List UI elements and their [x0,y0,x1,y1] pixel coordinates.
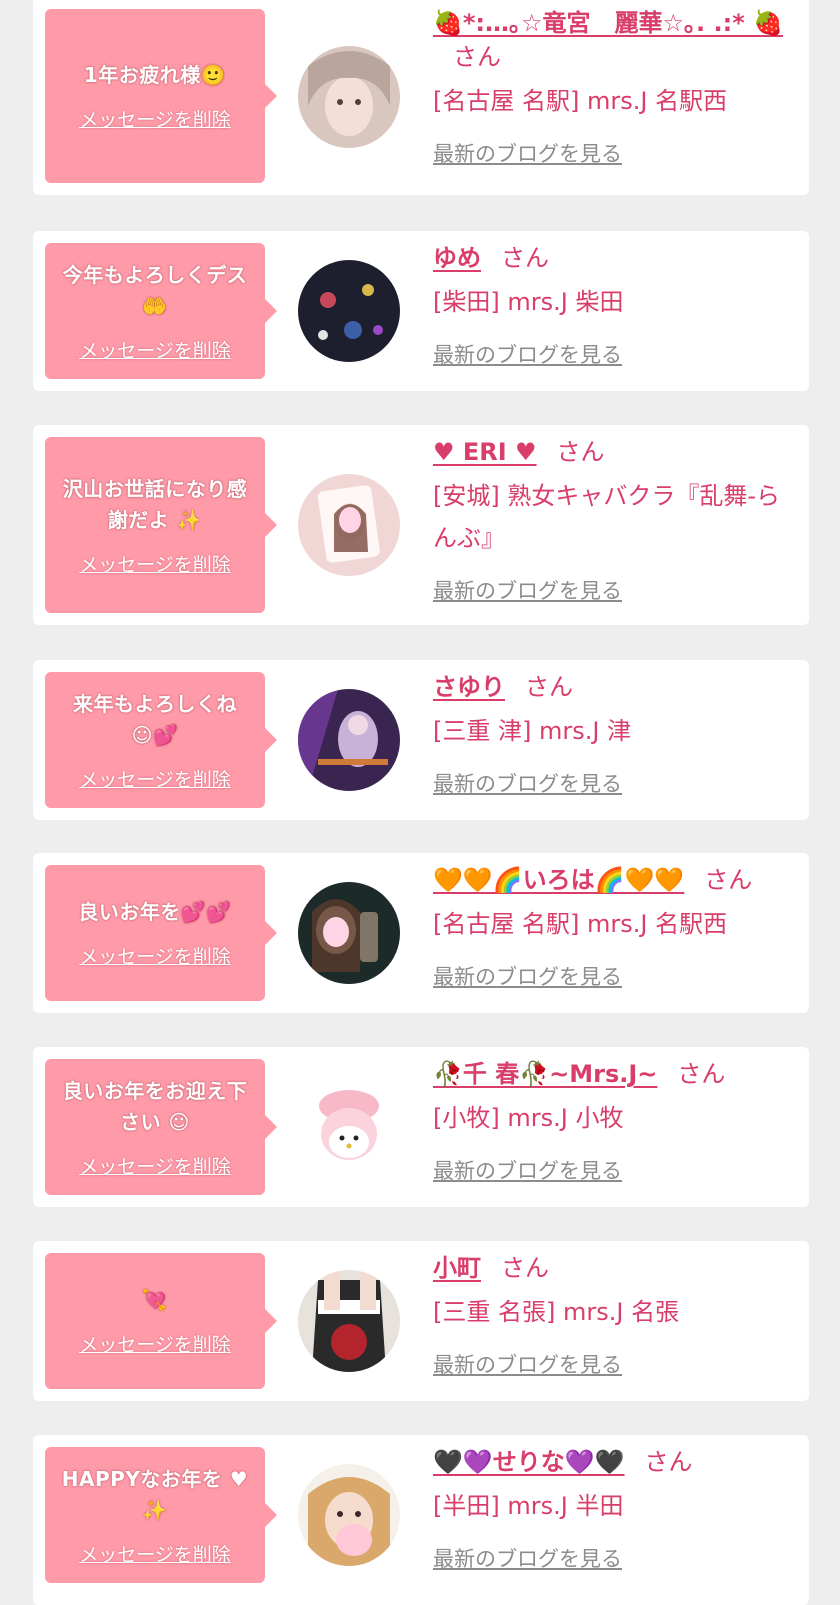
honorific: さん [501,1254,549,1282]
delete-message-link[interactable]: メッセージを削除 [79,550,231,577]
latest-blog-link[interactable]: 最新のブログを見る [433,138,622,168]
delete-message-link[interactable]: メッセージを削除 [79,1330,231,1357]
cast-name-link[interactable]: 🧡🧡🌈いろは🌈🧡🧡 [433,866,684,894]
cast-info: ♥ ERI ♥ さん [安城] 熟女キャバクラ『乱舞-らんぶ』 最新のブログを見る [433,435,793,605]
shop-label: [名古屋 名駅] mrs.J 名駅西 [433,87,728,115]
message-card: 1年お疲れ様🙂 メッセージを削除 🍓*:…｡☆竜宮 麗華☆｡. .:* 🍓 さん … [33,0,809,195]
cast-name-link[interactable]: ♥ ERI ♥ [433,438,537,466]
avatar[interactable] [298,1464,400,1566]
cast-name-link[interactable]: ゆめ [433,244,481,272]
latest-blog-link[interactable]: 最新のブログを見る [433,1155,622,1185]
delete-message-link[interactable]: メッセージを削除 [79,942,231,969]
message-bubble: 良いお年をお迎え下さい ☺ メッセージを削除 [45,1059,277,1195]
message-bubble: 今年もよろしくデス🤲 メッセージを削除 [45,243,277,379]
honorific: さん [453,43,501,71]
cast-info: さゆり さん [三重 津] mrs.J 津 最新のブログを見る [433,670,793,798]
latest-blog-link[interactable]: 最新のブログを見る [433,1543,622,1573]
honorific: さん [677,1060,726,1088]
message-card: 良いお年を💕💕 メッセージを削除 🧡🧡🌈いろは🌈🧡🧡 さん [名古屋 名駅] mr… [33,853,809,1013]
cast-info: 🥀千 春🥀~Mrs.J~ さん [小牧] mrs.J 小牧 最新のブログを見る [433,1057,793,1185]
message-bubble: 沢山お世話になり感謝だよ ✨ メッセージを削除 [45,437,277,613]
avatar[interactable] [298,882,400,984]
cast-info: 🍓*:…｡☆竜宮 麗華☆｡. .:* 🍓 さん [名古屋 名駅] mrs.J 名駅… [433,6,793,168]
latest-blog-link[interactable]: 最新のブログを見る [433,768,622,798]
latest-blog-link[interactable]: 最新のブログを見る [433,575,622,605]
message-bubble: 来年もよろしくね ☺💕 メッセージを削除 [45,672,277,808]
message-text: 1年お疲れ様🙂 [83,63,227,87]
latest-blog-link[interactable]: 最新のブログを見る [433,339,622,369]
cast-info: ゆめ さん [柴田] mrs.J 柴田 最新のブログを見る [433,241,793,369]
cast-name-link[interactable]: 🍓*:…｡☆竜宮 麗華☆｡. .:* 🍓 [433,9,783,37]
avatar[interactable] [298,474,400,576]
avatar[interactable] [298,260,400,362]
cast-info: 小町 さん [三重 名張] mrs.J 名張 最新のブログを見る [433,1251,793,1379]
cast-info: 🧡🧡🌈いろは🌈🧡🧡 さん [名古屋 名駅] mrs.J 名駅西 最新のブログを見る [433,863,793,991]
cast-name-link[interactable]: 小町 [433,1254,481,1282]
message-card: HAPPYなお年を ♥ ✨ メッセージを削除 🖤💜せりな💜🖤 さん [半田] mr… [33,1435,809,1605]
shop-label: [小牧] mrs.J 小牧 [433,1104,624,1132]
message-card: 今年もよろしくデス🤲 メッセージを削除 ゆめ さん [柴田] mrs.J 柴田 最… [33,231,809,391]
message-bubble: 💘 メッセージを削除 [45,1253,277,1389]
shop-label: [安城] 熟女キャバクラ『乱舞-らんぶ』 [433,482,781,552]
avatar[interactable] [298,1076,400,1178]
honorific: さん [644,1448,693,1476]
cast-info: 🖤💜せりな💜🖤 さん [半田] mrs.J 半田 最新のブログを見る [433,1445,793,1573]
shop-label: [三重 津] mrs.J 津 [433,717,632,745]
message-card: 沢山お世話になり感謝だよ ✨ メッセージを削除 ♥ ERI ♥ さん [安城] 熟… [33,425,809,625]
latest-blog-link[interactable]: 最新のブログを見る [433,1349,622,1379]
avatar[interactable] [298,46,400,148]
cast-name-link[interactable]: さゆり [433,673,505,701]
honorific: さん [704,866,753,894]
message-card: 良いお年をお迎え下さい ☺ メッセージを削除 🥀千 春🥀~Mrs.J~ さん [小… [33,1047,809,1207]
shop-label: [柴田] mrs.J 柴田 [433,288,624,316]
message-text: 沢山お世話になり感謝だよ ✨ [62,476,248,532]
message-card: 来年もよろしくね ☺💕 メッセージを削除 さゆり さん [三重 津] mrs.J … [33,660,809,820]
shop-label: [三重 名張] mrs.J 名張 [433,1298,680,1326]
delete-message-link[interactable]: メッセージを削除 [79,1540,231,1567]
honorific: さん [501,244,549,272]
message-bubble: HAPPYなお年を ♥ ✨ メッセージを削除 [45,1447,277,1583]
delete-message-link[interactable]: メッセージを削除 [79,1152,231,1179]
delete-message-link[interactable]: メッセージを削除 [79,105,231,132]
cast-name-link[interactable]: 🥀千 春🥀~Mrs.J~ [433,1060,657,1088]
avatar[interactable] [298,1270,400,1372]
message-bubble: 1年お疲れ様🙂 メッセージを削除 [45,9,277,183]
shop-label: [名古屋 名駅] mrs.J 名駅西 [433,910,728,938]
message-text: 来年もよろしくね ☺💕 [73,691,237,747]
avatar[interactable] [298,689,400,791]
message-text: 💘 [142,1288,168,1312]
message-text: 今年もよろしくデス🤲 [62,262,248,318]
message-bubble: 良いお年を💕💕 メッセージを削除 [45,865,277,1001]
honorific: さん [556,438,605,466]
message-text: 良いお年を💕💕 [78,900,232,924]
message-card: 💘 メッセージを削除 小町 さん [三重 名張] mrs.J 名張 最新のブログを… [33,1241,809,1401]
message-text: HAPPYなお年を ♥ ✨ [61,1466,249,1522]
shop-label: [半田] mrs.J 半田 [433,1492,624,1520]
cast-name-link[interactable]: 🖤💜せりな💜🖤 [433,1448,625,1476]
delete-message-link[interactable]: メッセージを削除 [79,765,231,792]
honorific: さん [525,673,573,701]
delete-message-link[interactable]: メッセージを削除 [79,336,231,363]
message-text: 良いお年をお迎え下さい ☺ [62,1078,248,1134]
latest-blog-link[interactable]: 最新のブログを見る [433,961,622,991]
